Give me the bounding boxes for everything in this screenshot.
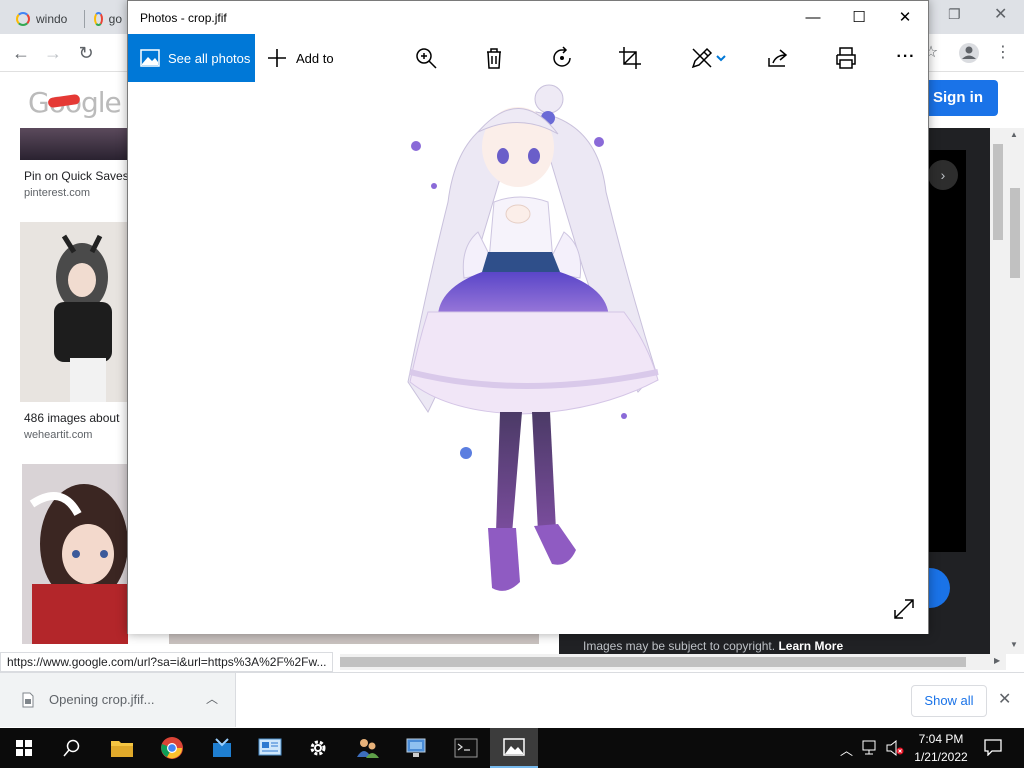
photo-canvas[interactable] bbox=[128, 82, 928, 634]
delete-icon[interactable] bbox=[482, 46, 506, 70]
tab-google[interactable]: go bbox=[86, 4, 130, 34]
scroll-right-icon[interactable]: ▶ bbox=[994, 656, 1000, 665]
photos-window: Photos - crop.jfif — ☐ ✕ See all photos … bbox=[127, 0, 929, 634]
notification-icon[interactable] bbox=[984, 738, 1002, 759]
chevron-down-icon[interactable] bbox=[714, 46, 728, 70]
photos-command-bar: See all photos Add to ··· bbox=[128, 34, 928, 82]
add-to-label: Add to bbox=[296, 50, 334, 66]
close-icon[interactable]: ✕ bbox=[994, 4, 1007, 24]
more-icon[interactable]: ··· bbox=[894, 46, 918, 70]
plus-icon bbox=[268, 49, 286, 67]
search-icon[interactable] bbox=[48, 728, 96, 768]
horizontal-scrollbar[interactable]: ▶ bbox=[340, 654, 1006, 670]
close-download-bar-icon[interactable]: ✕ bbox=[998, 689, 1011, 709]
control-panel-icon[interactable] bbox=[246, 728, 294, 768]
clock-date: 1/21/2022 bbox=[914, 750, 968, 764]
edit-icon[interactable] bbox=[690, 46, 714, 70]
anime-girl-illustration bbox=[407, 84, 659, 591]
result-title[interactable]: 486 images about bbox=[24, 411, 119, 425]
result-thumbnail-strip[interactable] bbox=[169, 634, 539, 644]
menu-kebab-icon[interactable]: ⋮ bbox=[992, 42, 1014, 64]
see-all-label: See all photos bbox=[168, 50, 251, 66]
windows-taskbar: ︿ 7:04 PM 1/21/2022 bbox=[0, 728, 1024, 768]
preview-image-area[interactable] bbox=[928, 150, 966, 552]
status-url-bubble: https://www.google.com/url?sa=i&url=http… bbox=[0, 652, 334, 672]
reload-icon[interactable]: ↻ bbox=[75, 42, 97, 64]
scrollbar-thumb[interactable] bbox=[993, 144, 1003, 240]
next-arrow-icon[interactable]: › bbox=[928, 160, 958, 190]
minimize-icon[interactable]: — bbox=[790, 1, 836, 34]
google-favicon-icon bbox=[94, 12, 103, 26]
scroll-down-icon[interactable]: ▼ bbox=[1010, 640, 1018, 649]
scroll-up-icon[interactable]: ▲ bbox=[1010, 130, 1018, 139]
crop-icon[interactable] bbox=[618, 46, 642, 70]
photos-titlebar: Photos - crop.jfif — ☐ ✕ bbox=[128, 1, 928, 34]
result-site: pinterest.com bbox=[24, 187, 91, 199]
show-all-button[interactable]: Show all bbox=[911, 685, 987, 717]
google-favicon-icon bbox=[16, 12, 30, 26]
window-title: Photos - crop.jfif bbox=[140, 11, 227, 25]
copyright-caption: Images may be subject to copyright. Lear… bbox=[559, 633, 990, 655]
network-status-icon[interactable] bbox=[862, 740, 880, 759]
page-scrollbar[interactable]: ▲ ▼ bbox=[1006, 128, 1024, 654]
download-bar: Opening crop.jfif... ︿ Show all ✕ bbox=[0, 672, 1024, 728]
chevron-up-icon[interactable]: ︿ bbox=[206, 690, 218, 707]
print-icon[interactable] bbox=[834, 46, 858, 70]
system-clock[interactable]: 7:04 PM 1/21/2022 bbox=[908, 730, 974, 766]
photos-icon[interactable] bbox=[490, 728, 538, 768]
download-label: Opening crop.jfif... bbox=[49, 692, 155, 707]
panel-scrollbar[interactable] bbox=[990, 128, 1006, 654]
restore-icon[interactable]: ❐ bbox=[948, 6, 961, 23]
profile-icon[interactable] bbox=[958, 42, 980, 64]
forward-icon[interactable]: → bbox=[42, 42, 64, 64]
share-icon[interactable] bbox=[766, 46, 790, 70]
file-explorer-icon[interactable] bbox=[98, 728, 146, 768]
fullscreen-icon[interactable] bbox=[892, 597, 916, 621]
back-icon[interactable]: ← bbox=[10, 42, 32, 64]
users-icon[interactable] bbox=[344, 728, 392, 768]
network-icon[interactable] bbox=[392, 728, 440, 768]
photo-gallery-icon bbox=[140, 49, 160, 67]
tab-label: windo bbox=[36, 12, 68, 26]
app-icon[interactable] bbox=[198, 728, 246, 768]
file-icon bbox=[22, 692, 34, 708]
result-thumbnail[interactable] bbox=[22, 464, 128, 644]
volume-muted-icon[interactable] bbox=[886, 739, 904, 759]
see-all-photos-button[interactable]: See all photos bbox=[128, 34, 255, 82]
tab-windows[interactable]: windo bbox=[8, 4, 84, 34]
result-thumbnail[interactable] bbox=[20, 128, 128, 160]
zoom-icon[interactable] bbox=[414, 46, 438, 70]
close-icon[interactable]: ✕ bbox=[882, 1, 928, 34]
maximize-icon[interactable]: ☐ bbox=[836, 1, 882, 34]
scrollbar-thumb[interactable] bbox=[340, 657, 966, 667]
settings-icon[interactable] bbox=[294, 728, 342, 768]
tray-chevron-up-icon[interactable]: ︿ bbox=[840, 740, 853, 759]
learn-more-link[interactable]: Learn More bbox=[778, 639, 843, 653]
download-item[interactable]: Opening crop.jfif... ︿ bbox=[0, 673, 236, 727]
rotate-icon[interactable] bbox=[550, 46, 574, 70]
result-site: weheartit.com bbox=[24, 429, 93, 441]
add-to-button[interactable]: Add to bbox=[266, 34, 334, 82]
terminal-icon[interactable] bbox=[442, 728, 490, 768]
scrollbar-thumb[interactable] bbox=[1010, 188, 1020, 278]
start-icon[interactable] bbox=[0, 728, 48, 768]
caption-text: Images may be subject to copyright. bbox=[583, 639, 776, 653]
sign-in-button[interactable]: Sign in bbox=[918, 80, 998, 116]
chrome-icon[interactable] bbox=[148, 728, 196, 768]
clock-time: 7:04 PM bbox=[918, 732, 964, 746]
result-thumbnail[interactable] bbox=[20, 222, 128, 402]
tab-divider bbox=[84, 10, 85, 28]
tab-label: go bbox=[108, 12, 122, 26]
result-title[interactable]: Pin on Quick Saves bbox=[24, 169, 129, 183]
